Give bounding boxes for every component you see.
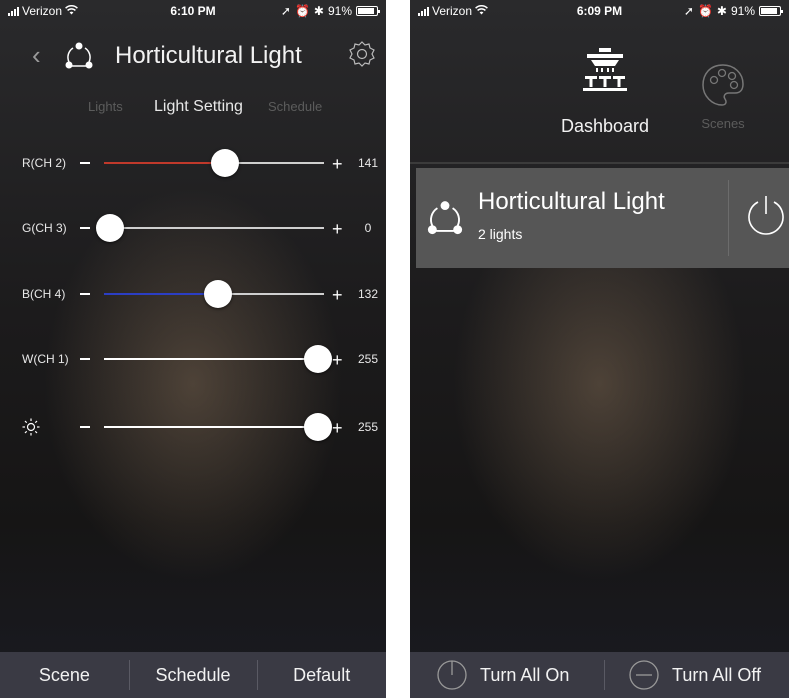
slider-thumb[interactable] [304, 413, 332, 441]
channel-value: 255 [357, 352, 379, 366]
page-title: Horticultural Light [115, 42, 302, 69]
tab-scenes-label: Scenes [701, 116, 745, 131]
tab-schedule[interactable]: Schedule [268, 99, 322, 114]
bluetooth-icon: ✱ [716, 4, 727, 18]
scene-button[interactable]: Scene [0, 652, 129, 698]
channel-value: 141 [357, 156, 379, 170]
schedule-button[interactable]: Schedule [128, 652, 258, 698]
slider-track[interactable] [104, 227, 324, 229]
battery-icon [759, 6, 783, 16]
power-off-icon [629, 660, 659, 690]
divider [410, 162, 789, 164]
status-bar: Verizon 6:09 PM ➚ ⏰ ✱ 91% [410, 0, 789, 20]
brightness-icon [22, 418, 40, 436]
dashboard-icon [583, 48, 627, 91]
decrease-button[interactable] [80, 426, 90, 428]
status-bar: Verizon 6:10 PM ➚ ⏰ ✱ 91% [0, 0, 386, 20]
dashboard-screen: Verizon 6:09 PM ➚ ⏰ ✱ 91% Dashboard Scen… [410, 0, 789, 698]
channel-label: G(CH 3) [22, 221, 67, 235]
slider-thumb[interactable] [211, 149, 239, 177]
slider-fill [104, 162, 219, 164]
battery-percent: 91% [730, 4, 755, 18]
nav-bar: ‹ Horticultural Light [0, 36, 386, 76]
decrease-button[interactable] [80, 293, 90, 295]
tab-dashboard[interactable]: Dashboard [550, 44, 660, 137]
slider-row-b: B(CH 4) + 132 [0, 279, 386, 309]
group-icon [65, 42, 93, 69]
tab-dashboard-label: Dashboard [560, 116, 650, 136]
decrease-button[interactable] [80, 358, 90, 360]
decrease-button[interactable] [80, 162, 90, 164]
palette-icon [702, 64, 744, 106]
power-on-icon [437, 660, 467, 690]
alarm-icon: ⏰ [294, 4, 310, 18]
turn-all-on-button[interactable]: Turn All On [436, 652, 569, 698]
increase-button[interactable]: + [332, 219, 343, 240]
slider-fill [104, 426, 312, 428]
turn-all-off-button[interactable]: Turn All Off [628, 652, 761, 698]
slider-row-brightness: + 255 [0, 412, 386, 442]
increase-button[interactable]: + [332, 418, 343, 439]
decrease-button[interactable] [80, 227, 90, 229]
battery-icon [356, 6, 380, 16]
battery-percent: 91% [327, 4, 352, 18]
location-icon: ➚ [280, 4, 291, 18]
power-icon[interactable] [742, 192, 789, 240]
slider-row-w: W(CH 1) + 255 [0, 344, 386, 374]
alarm-icon: ⏰ [697, 4, 713, 18]
slider-thumb[interactable] [304, 345, 332, 373]
channel-value: 255 [357, 420, 379, 434]
increase-button[interactable]: + [332, 285, 343, 306]
slider-thumb[interactable] [96, 214, 124, 242]
group-name: Horticultural Light [478, 188, 665, 215]
channel-value: 0 [364, 221, 372, 235]
channel-label: R(CH 2) [22, 156, 66, 170]
chevron-left-icon[interactable]: ‹ [32, 40, 41, 71]
group-light-count: 2 lights [478, 226, 523, 242]
light-setting-screen: Verizon 6:10 PM ➚ ⏰ ✱ 91% ‹ Horticultura… [0, 0, 386, 698]
bottom-toolbar: Turn All On Turn All Off [410, 652, 789, 698]
bluetooth-icon: ✱ [313, 4, 324, 18]
slider-thumb[interactable] [203, 280, 232, 308]
status-right: ➚ ⏰ ✱ 91% [280, 4, 380, 18]
default-button[interactable]: Default [257, 652, 386, 698]
channel-label: B(CH 4) [22, 287, 66, 301]
tab-lights[interactable]: Lights [88, 99, 123, 114]
slider-fill [104, 358, 312, 360]
increase-button[interactable]: + [332, 154, 343, 175]
divider [604, 660, 605, 690]
location-icon: ➚ [683, 4, 694, 18]
slider-row-g: G(CH 3) + 0 [0, 213, 386, 243]
turn-all-off-label: Turn All Off [672, 664, 762, 685]
slider-fill [104, 293, 212, 295]
bottom-toolbar: Scene Schedule Default [0, 652, 386, 698]
tab-light-setting[interactable]: Light Setting [154, 98, 243, 116]
channel-value: 132 [357, 287, 379, 301]
gear-icon[interactable] [348, 40, 376, 68]
status-right: ➚ ⏰ ✱ 91% [683, 4, 783, 18]
tab-scenes[interactable]: Scenes [688, 60, 758, 131]
sub-tabs: Lights Light Setting Schedule [0, 96, 386, 118]
slider-row-r: R(CH 2) + 141 [0, 148, 386, 178]
channel-label: W(CH 1) [22, 352, 69, 366]
group-icon [427, 201, 463, 235]
increase-button[interactable]: + [332, 350, 343, 371]
turn-all-on-label: Turn All On [480, 664, 570, 685]
divider [728, 180, 729, 256]
group-card[interactable]: Horticultural Light 2 lights [416, 168, 789, 268]
